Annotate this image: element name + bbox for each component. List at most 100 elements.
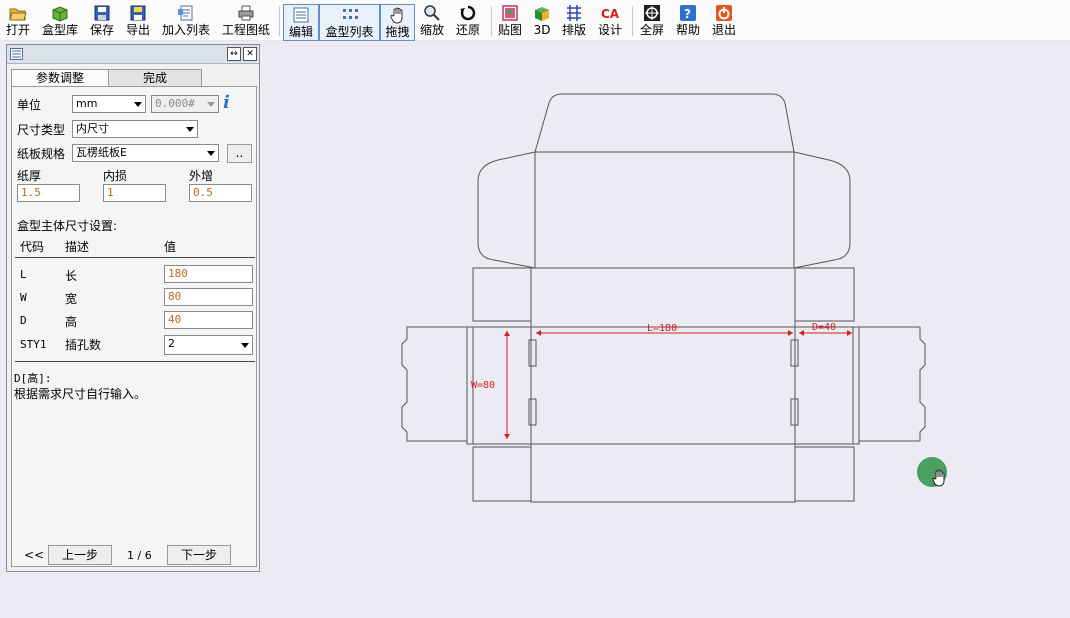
hand-icon: [389, 7, 402, 24]
chevron-down-icon: [207, 102, 215, 107]
engineering-drawing-button[interactable]: 工程图纸: [220, 4, 272, 38]
board-spec-label: 纸板规格: [17, 147, 66, 161]
lock-tab-left: [401, 326, 467, 442]
param-length-input[interactable]: 180: [164, 265, 253, 283]
param-code: STY1: [20, 338, 47, 351]
param-depth-input[interactable]: 40: [164, 311, 253, 329]
panel-list-icon: [10, 48, 23, 60]
param-code: W: [20, 291, 27, 304]
layout-icon: [567, 5, 581, 21]
help-button[interactable]: ? 帮助: [674, 4, 702, 38]
size-type-label: 尺寸类型: [17, 123, 66, 137]
toolbar-separator: [491, 6, 492, 36]
open-button[interactable]: 打开: [4, 4, 32, 38]
dimensions: [504, 330, 852, 439]
side-wall-right: [794, 326, 860, 445]
panel-float-button[interactable]: ↔: [227, 47, 241, 61]
cube-3d-icon: [535, 7, 549, 21]
lid-panel: [534, 151, 795, 269]
lock-tab-right: [859, 326, 926, 442]
prev-step-button[interactable]: 上一步: [48, 545, 112, 565]
param-slot-count-select[interactable]: 2: [164, 335, 253, 355]
slot: [528, 339, 537, 367]
texture-button[interactable]: 贴图: [496, 4, 524, 38]
back-panel: [530, 267, 796, 328]
column-code: 代码: [20, 240, 45, 254]
exit-button[interactable]: 退出: [710, 4, 738, 38]
side-panel: [794, 267, 855, 322]
first-step-button[interactable]: <<: [24, 548, 44, 562]
outer-add-label: 外增: [189, 169, 214, 183]
box-list-button[interactable]: 盒型列表: [319, 4, 380, 41]
edit-icon: [293, 7, 309, 23]
add-to-list-button[interactable]: 加入列表: [160, 4, 212, 38]
design-button[interactable]: CAD 设计: [596, 4, 624, 38]
hint-title: D[高]:: [14, 372, 52, 385]
dim-label-width: W=80: [471, 380, 495, 391]
unit-select[interactable]: mm: [72, 95, 146, 113]
param-code: D: [20, 314, 27, 327]
zoom-icon: [424, 5, 440, 21]
tab-finish[interactable]: 完成: [108, 69, 202, 87]
unit-label: 单位: [17, 98, 42, 112]
thickness-label: 纸厚: [17, 169, 42, 183]
exit-icon: [716, 5, 732, 21]
box-library-icon: [52, 6, 68, 22]
chevron-down-icon: [207, 151, 215, 156]
front-panel: [530, 443, 796, 503]
bottom-panel: [530, 326, 796, 445]
side-panel: [794, 446, 855, 502]
panel-titlebar: ↔ ✕: [7, 45, 259, 64]
export-icon: [130, 5, 146, 21]
inner-loss-label: 内损: [103, 169, 128, 183]
toolbar-separator: [632, 6, 633, 36]
next-step-button[interactable]: 下一步: [167, 545, 231, 565]
dust-flap-left: [477, 151, 536, 269]
board-more-button[interactable]: ..: [227, 144, 252, 163]
toolbar-separator: [279, 6, 280, 36]
header-divider: [15, 257, 255, 258]
printer-icon: [238, 5, 254, 21]
param-code: L: [20, 268, 27, 281]
tab-content: 单位 mm 0.000# i 尺寸类型 内尺寸 纸板规格 瓦楞纸板E .. 纸厚…: [11, 86, 257, 567]
restore-button[interactable]: 还原: [453, 4, 483, 38]
side-panel: [472, 267, 532, 322]
column-description: 描述: [65, 240, 90, 254]
chevron-down-icon: [134, 102, 142, 107]
fullscreen-icon: [644, 5, 660, 21]
float-icon: ↔: [230, 49, 238, 59]
inner-loss-input[interactable]: 1: [103, 184, 166, 202]
panel-tabs: 参数调整 完成: [11, 69, 255, 88]
save-button[interactable]: 保存: [88, 4, 116, 38]
panel-close-button[interactable]: ✕: [243, 47, 257, 61]
restore-icon: [460, 5, 476, 21]
3d-button[interactable]: 3D: [530, 4, 554, 38]
step-indicator: 1 / 6: [127, 549, 152, 562]
chevron-down-icon: [186, 127, 194, 132]
edit-button[interactable]: 编辑: [283, 4, 319, 41]
dieline-canvas[interactable]: L=180 W=80 D=40: [262, 41, 1070, 601]
info-icon[interactable]: i: [223, 92, 230, 113]
dim-label-length: L=180: [647, 323, 677, 334]
layout-button[interactable]: 排版: [560, 4, 588, 38]
export-button[interactable]: 导出: [124, 4, 152, 38]
size-type-select[interactable]: 内尺寸: [72, 120, 198, 138]
svg-text:CAD: CAD: [601, 7, 619, 21]
zoom-button[interactable]: 缩放: [418, 4, 446, 38]
outer-add-input[interactable]: 0.5: [189, 184, 252, 202]
box-library-button[interactable]: 盒型库: [39, 4, 81, 38]
slot: [528, 398, 537, 426]
param-width-input[interactable]: 80: [164, 288, 253, 306]
thickness-input[interactable]: 1.5: [17, 184, 80, 202]
tuck-flap: [534, 93, 795, 153]
drag-button[interactable]: 拖拽: [380, 4, 415, 41]
board-spec-select[interactable]: 瓦楞纸板E: [72, 144, 219, 162]
svg-text:?: ?: [684, 7, 691, 21]
main-toolbar: 打开 盒型库 保存 导出 加入列表 工程图纸 编辑 盒型列表 拖拽 缩放 还原: [0, 0, 1070, 41]
fullscreen-button[interactable]: 全屏: [638, 4, 666, 38]
dim-label-depth: D=40: [812, 322, 836, 333]
grid-list-icon: [342, 9, 358, 19]
cad-design-icon: CAD: [601, 7, 619, 21]
rows-divider: [15, 361, 255, 362]
precision-select[interactable]: 0.000#: [151, 95, 219, 113]
